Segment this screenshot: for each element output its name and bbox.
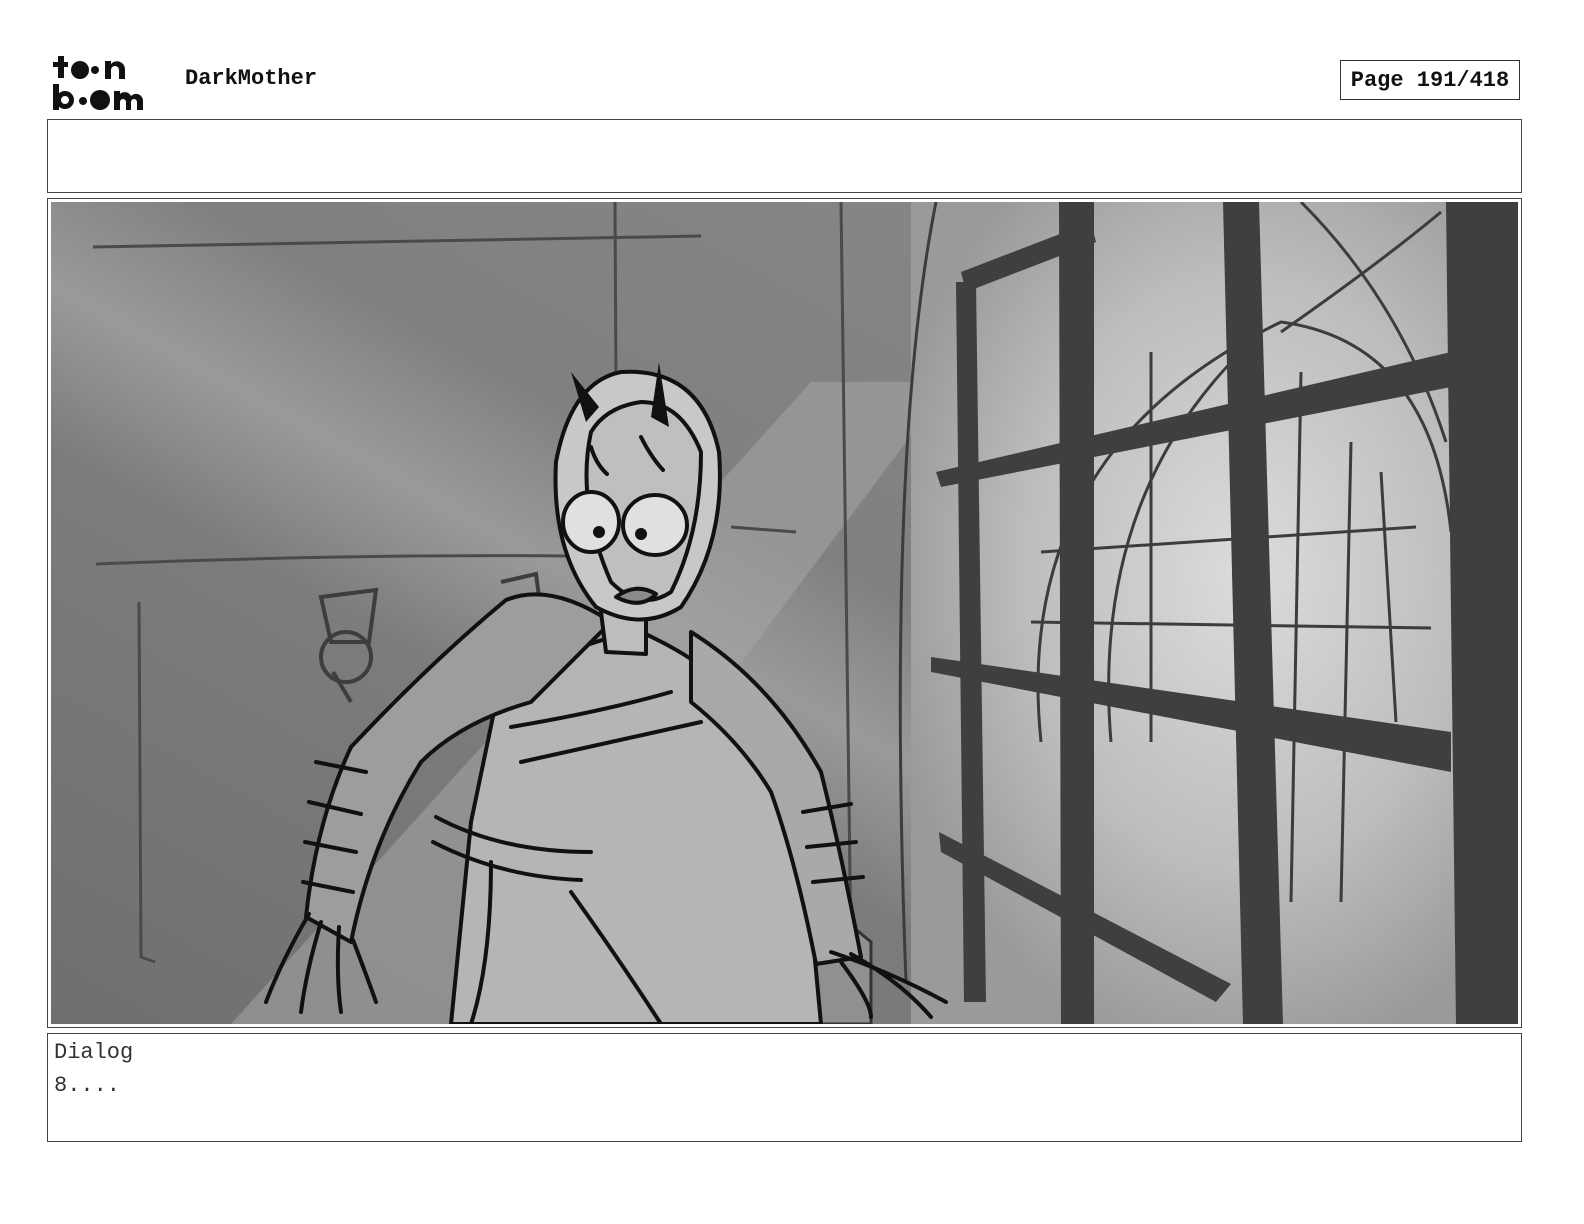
caption-box bbox=[47, 119, 1522, 193]
page-number: Page 191/418 bbox=[1340, 60, 1520, 100]
toonboom-logo bbox=[53, 56, 144, 110]
storyboard-panel-image bbox=[51, 202, 1518, 1024]
project-title: DarkMother bbox=[185, 66, 318, 91]
dialog-label: Dialog bbox=[54, 1040, 134, 1065]
dialog-box bbox=[47, 1033, 1522, 1142]
dialog-text: 8.... bbox=[54, 1073, 121, 1098]
